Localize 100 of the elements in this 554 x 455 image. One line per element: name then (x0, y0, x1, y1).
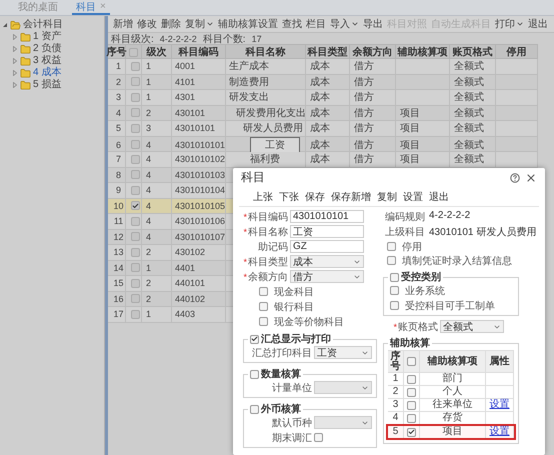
close-icon[interactable] (525, 172, 537, 184)
toolbar-button[interactable]: 辅助核算设置 (218, 17, 278, 31)
toolbar-button[interactable]: 保存 (305, 190, 325, 204)
toolbar-button[interactable]: 退出 (528, 17, 548, 31)
checkbox[interactable] (387, 256, 396, 265)
checkbox[interactable] (131, 140, 140, 149)
toolbar-button[interactable]: 下张 (279, 190, 299, 204)
checkbox[interactable] (407, 357, 416, 366)
help-icon[interactable] (510, 172, 520, 182)
toolbar-button[interactable]: 删除 (161, 17, 181, 31)
table-cell: 2 (146, 278, 152, 288)
toolbar-button[interactable]: 设置 (403, 190, 423, 204)
select-field[interactable]: 借方 (290, 270, 364, 283)
checkbox[interactable] (131, 124, 140, 133)
collapse-icon[interactable] (2, 22, 8, 28)
table-cell: 4 (146, 140, 152, 150)
checkbox[interactable] (407, 414, 416, 422)
select-field[interactable]: 成本 (290, 255, 364, 268)
tree-item[interactable]: 4 成本 (33, 67, 62, 79)
toolbar-button[interactable]: 栏目 (306, 17, 326, 31)
required-mark: * (242, 212, 248, 222)
checkbox[interactable] (390, 286, 399, 295)
toolbar-button[interactable]: 上张 (253, 190, 273, 204)
checkbox[interactable] (390, 272, 399, 282)
table-cell-text: 借方 (354, 90, 374, 104)
select-field[interactable]: 工资 (314, 346, 372, 359)
expand-icon[interactable] (12, 58, 18, 64)
checkbox[interactable] (131, 278, 140, 288)
toolbar-button[interactable]: 复制 (185, 17, 214, 31)
tree-item[interactable]: 2 负债 (33, 43, 62, 55)
checkbox[interactable] (407, 388, 416, 396)
checkbox[interactable] (131, 263, 140, 272)
toolbar-button[interactable]: 复制 (377, 190, 397, 204)
toolbar-button[interactable]: 查找 (282, 17, 302, 31)
tree-item[interactable]: 5 损益 (33, 79, 62, 91)
checkbox[interactable] (250, 404, 259, 414)
table-cell: 440101 (175, 278, 206, 288)
toolbar-button[interactable]: 新增 (113, 17, 133, 31)
checkbox[interactable] (390, 301, 399, 310)
checkbox[interactable] (131, 154, 140, 164)
table-row[interactable]: 2 1 4101 制造费用 成本 借方 全额式 (108, 74, 538, 90)
select-field[interactable] (314, 416, 372, 429)
checkbox[interactable] (131, 108, 140, 118)
checkbox[interactable] (131, 310, 140, 319)
table-row[interactable]: 3 1 4301 研发支出 成本 借方 全额式 (108, 90, 538, 106)
field-value: 43010101 研发人员费用 (429, 226, 536, 239)
input-field[interactable]: 4301010101 (290, 210, 364, 223)
expand-icon[interactable] (12, 46, 18, 52)
checkbox[interactable] (131, 186, 140, 195)
checkbox[interactable] (250, 370, 259, 378)
checkbox[interactable] (131, 92, 140, 102)
checkbox[interactable] (129, 48, 138, 56)
checkbox[interactable] (131, 77, 140, 86)
table-row[interactable]: 4 2 430101 研发费用化支出 成本 借方 项目 全额式 (108, 106, 538, 121)
table-row[interactable]: 1 1 4001 生产成本 成本 借方 全额式 (108, 59, 538, 74)
input-field[interactable]: GZ (290, 240, 364, 253)
tree-item[interactable]: 会计科目 (23, 19, 63, 31)
select-field[interactable]: 全额式 (440, 320, 504, 333)
table-cell: 4301010102 (175, 154, 226, 164)
table-cell: 430102 (175, 247, 206, 258)
toolbar-button[interactable]: 导入 (330, 17, 359, 31)
checkbox[interactable] (387, 242, 396, 251)
checkbox[interactable] (131, 216, 140, 226)
checkbox[interactable] (131, 201, 140, 210)
checkbox[interactable] (259, 287, 268, 296)
caret-icon (351, 20, 359, 28)
checkbox[interactable] (131, 248, 140, 257)
settings-link[interactable]: 设置 (490, 427, 510, 437)
field-label: 科目名称 (248, 226, 289, 238)
expand-icon[interactable] (12, 34, 18, 40)
toolbar-button[interactable]: 保存新增 (331, 190, 371, 204)
toolbar-button[interactable]: 导出 (363, 17, 383, 31)
toolbar-button[interactable]: 打印 (495, 17, 524, 31)
checkbox[interactable] (131, 62, 140, 71)
checkbox[interactable] (131, 170, 140, 180)
expand-icon[interactable] (12, 82, 18, 88)
checkbox[interactable] (259, 317, 268, 326)
input-field[interactable]: 工资 (290, 225, 364, 238)
tree-item[interactable]: 3 权益 (33, 55, 62, 67)
toolbar-button[interactable]: 退出 (429, 190, 449, 204)
checkbox[interactable] (407, 400, 416, 410)
checkbox[interactable] (407, 428, 416, 436)
checkbox[interactable] (259, 302, 268, 311)
table-cell-text: 借方 (354, 106, 374, 120)
table-row[interactable]: 5 3 43010101 研发人员费用 成本 借方 项目 全额式 (108, 121, 538, 136)
settings-link[interactable]: 设置 (490, 400, 510, 410)
checkbox[interactable] (250, 334, 259, 344)
select-field[interactable] (314, 381, 372, 394)
table-cell-text: 借方 (354, 138, 374, 152)
table-row[interactable]: 6 4 4301010101 工资 成本 借方 项目 全额式 (108, 136, 538, 152)
table-row[interactable]: 7 4 4301010102 福利费 成本 借方 项目 全额式 (108, 152, 538, 168)
checkbox[interactable] (407, 374, 416, 384)
expand-icon[interactable] (12, 70, 18, 76)
checkbox[interactable] (131, 294, 140, 304)
checkbox[interactable] (314, 433, 323, 442)
toolbar-button[interactable]: 修改 (137, 17, 157, 31)
tree-item[interactable]: 1 资产 (33, 31, 62, 43)
field-label: 助记码 (257, 240, 289, 254)
checkbox[interactable] (131, 232, 140, 242)
table-cell: 1 (392, 374, 398, 384)
